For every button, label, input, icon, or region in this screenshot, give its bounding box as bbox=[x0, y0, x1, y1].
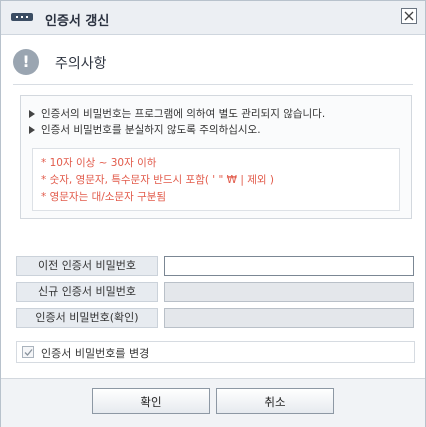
rule-line: * 숫자, 영문자, 특수문자 반드시 포함( ' " ₩ | 제외 ) bbox=[41, 174, 275, 186]
rule-line: * 10자 이상 ~ 30자 이하 bbox=[41, 157, 157, 169]
notice-title: 주의사항 bbox=[55, 56, 107, 72]
divider bbox=[13, 84, 413, 85]
button-bar: 확인 취소 bbox=[1, 378, 425, 427]
new-password-label: 신규 인증서 비밀번호 bbox=[16, 282, 158, 302]
warning-icon: ! bbox=[13, 49, 39, 75]
close-button[interactable] bbox=[401, 8, 417, 24]
old-password-input[interactable] bbox=[164, 256, 414, 276]
certificate-icon bbox=[11, 13, 33, 21]
confirm-password-input[interactable] bbox=[164, 308, 414, 328]
title-bar: 인증서 갱신 bbox=[1, 1, 425, 35]
change-password-label[interactable]: 인증서 비밀번호를 변경 bbox=[41, 345, 149, 361]
bullet-arrow-icon bbox=[29, 126, 35, 134]
cert-renew-dialog: 인증서 갱신 ! 주의사항 인증서의 비밀번호는 프로그램에 의하여 별도 관리… bbox=[0, 0, 426, 427]
password-rules-box: * 10자 이상 ~ 30자 이하 * 숫자, 영문자, 특수문자 반드시 포함… bbox=[32, 148, 400, 211]
cancel-button[interactable]: 취소 bbox=[216, 388, 334, 414]
change-password-checkbox[interactable] bbox=[22, 346, 34, 358]
notice-line: 인증서 비밀번호를 분실하지 않도록 주의하십시오. bbox=[29, 122, 261, 137]
bullet-arrow-icon bbox=[29, 110, 35, 118]
new-password-input[interactable] bbox=[164, 282, 414, 302]
change-password-row: 인증서 비밀번호를 변경 bbox=[16, 341, 415, 363]
window-title: 인증서 갱신 bbox=[45, 14, 110, 29]
rule-line: * 영문자는 대/소문자 구분됨 bbox=[41, 191, 167, 203]
checkmark-icon bbox=[24, 349, 33, 356]
old-password-label: 이전 인증서 비밀번호 bbox=[16, 256, 158, 276]
close-icon bbox=[404, 11, 414, 21]
ok-button[interactable]: 확인 bbox=[92, 388, 210, 414]
notice-line: 인증서의 비밀번호는 프로그램에 의하여 별도 관리되지 않습니다. bbox=[29, 106, 325, 121]
confirm-password-label: 인증서 비밀번호(확인) bbox=[16, 308, 158, 328]
notice-box: 인증서의 비밀번호는 프로그램에 의하여 별도 관리되지 않습니다. 인증서 비… bbox=[20, 95, 412, 219]
